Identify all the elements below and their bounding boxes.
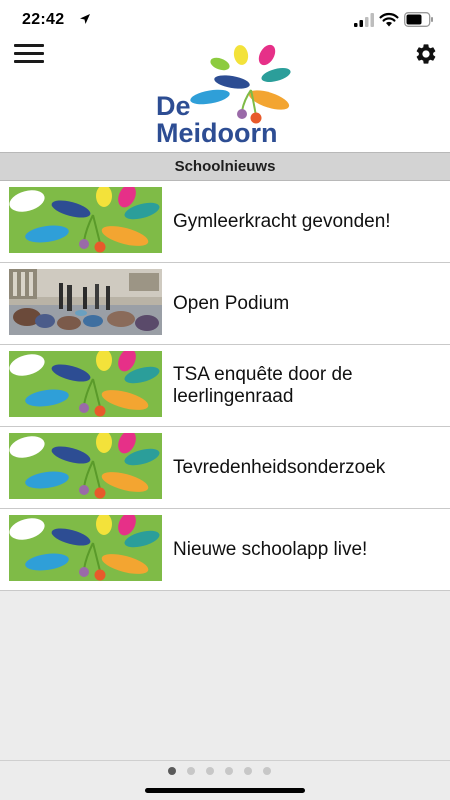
bottom-bar: [0, 760, 450, 800]
news-item[interactable]: Tevredenheidsonderzoek: [0, 427, 450, 509]
news-item[interactable]: Open Podium: [0, 263, 450, 345]
page-dot[interactable]: [225, 767, 233, 775]
news-item[interactable]: Gymleerkracht gevonden!: [0, 181, 450, 263]
app-header: De Meidoorn: [0, 44, 450, 152]
logo-text-line-2: Meidoorn: [156, 118, 278, 148]
page-dot-active[interactable]: [168, 767, 176, 775]
page-dot[interactable]: [206, 767, 214, 775]
page-dot[interactable]: [244, 767, 252, 775]
status-bar: 22:42: [0, 0, 450, 44]
cellular-signal-icon: [354, 13, 374, 27]
news-thumbnail-photo: [9, 269, 162, 335]
section-header: Schoolnieuws: [0, 152, 450, 181]
page-dot[interactable]: [187, 767, 195, 775]
page-dot[interactable]: [263, 767, 271, 775]
gear-icon[interactable]: [414, 42, 438, 66]
news-thumbnail-logo: [9, 351, 162, 417]
battery-icon: [404, 12, 433, 27]
news-title: Nieuwe schoolapp live!: [173, 538, 368, 560]
news-title: Gymleerkracht gevonden!: [173, 210, 391, 232]
page-indicator[interactable]: [168, 767, 288, 777]
news-title: Open Podium: [173, 292, 290, 314]
news-item[interactable]: TSA enquête door de leerlingenraad: [0, 345, 450, 427]
location-arrow-icon: [80, 14, 90, 24]
hamburger-menu-icon[interactable]: [14, 44, 44, 64]
news-title: Tevredenheidsonderzoek: [173, 456, 386, 478]
logo-text-line-1: De: [156, 91, 191, 121]
status-time: 22:42: [22, 11, 65, 28]
news-title: TSA enquête door de leerlingenraad: [173, 363, 353, 407]
news-thumbnail-logo: [9, 515, 162, 581]
wifi-icon: [379, 12, 399, 27]
news-item[interactable]: Nieuwe schoolapp live!: [0, 509, 450, 591]
news-thumbnail-logo: [9, 433, 162, 499]
home-indicator[interactable]: [145, 788, 305, 793]
logo-text: De Meidoorn: [156, 93, 278, 147]
section-title: Schoolnieuws: [174, 158, 276, 175]
news-thumbnail-logo: [9, 187, 162, 253]
news-list: Gymleerkracht gevonden! Open Podium TSA …: [0, 181, 450, 591]
